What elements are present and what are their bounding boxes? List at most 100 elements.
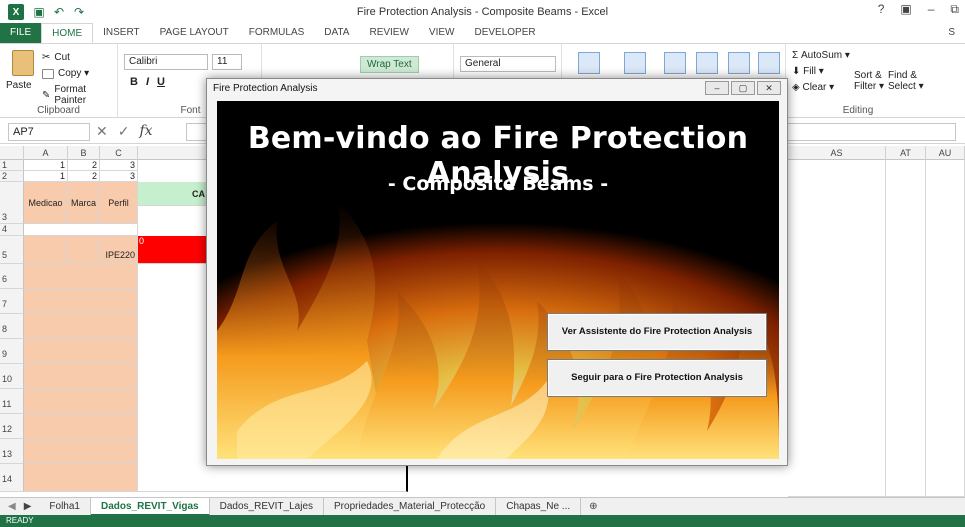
wrap-text-button[interactable]: Wrap Text [360, 56, 419, 73]
cell-c2[interactable]: 3 [100, 171, 138, 182]
select-all-corner[interactable] [0, 146, 24, 160]
dialog-close-button[interactable]: ✕ [757, 81, 781, 95]
paste-icon[interactable] [12, 50, 34, 76]
cell-c5[interactable]: IPE220 [100, 236, 138, 264]
column-header-c[interactable]: C [100, 146, 138, 160]
name-box[interactable]: AP7 [8, 123, 90, 141]
sheet-tab-propriedades[interactable]: Propriedades_Material_Protecção [324, 497, 497, 516]
row-header[interactable]: 10 [0, 364, 24, 389]
row-header[interactable]: 14 [0, 464, 24, 492]
header-partial[interactable]: CA [138, 182, 208, 206]
cell-b1[interactable]: 2 [68, 160, 100, 171]
row-header[interactable]: 2 [0, 171, 24, 182]
row-header[interactable]: 7 [0, 289, 24, 314]
row-11-cells[interactable] [24, 389, 138, 414]
font-name-select[interactable]: Calibri [124, 54, 208, 70]
cell-b2[interactable]: 2 [68, 171, 100, 182]
column-header-as[interactable]: AS [788, 146, 886, 160]
tab-data[interactable]: DATA [314, 23, 359, 43]
find-select-button[interactable]: Find & Select ▾ [888, 70, 924, 92]
row-8-cells[interactable] [24, 314, 138, 339]
paste-button[interactable]: Paste [6, 80, 32, 91]
continue-button[interactable]: Seguir para o Fire Protection Analysis [547, 359, 767, 397]
row-header[interactable]: 13 [0, 439, 24, 464]
row-13-cells[interactable] [24, 439, 138, 464]
conditional-formatting-icon[interactable] [578, 52, 600, 74]
row-4-cells[interactable] [24, 224, 138, 236]
row-9-cells[interactable] [24, 339, 138, 364]
save-icon[interactable]: ▣ [32, 5, 46, 19]
delete-cells-icon[interactable] [728, 52, 750, 74]
cell-a1[interactable]: 1 [24, 160, 68, 171]
minimize-button[interactable]: – [928, 2, 935, 17]
ribbon-display-button[interactable]: ▣ [900, 2, 911, 17]
column-header-b[interactable]: B [68, 146, 100, 160]
next-sheet-icon[interactable]: ▶ [24, 501, 40, 512]
cell-c1[interactable]: 3 [100, 160, 138, 171]
sheet-tab-dados-revit-vigas[interactable]: Dados_REVIT_Vigas [90, 497, 210, 516]
cell-a2[interactable]: 1 [24, 171, 68, 182]
column-at-cells[interactable] [886, 160, 926, 497]
font-size-select[interactable]: 11 [212, 54, 242, 70]
tab-view[interactable]: VIEW [419, 23, 465, 43]
row-12-cells[interactable] [24, 414, 138, 439]
add-sheet-icon[interactable]: ⊕ [581, 501, 605, 512]
row-header[interactable]: 12 [0, 414, 24, 439]
clear-button[interactable]: ◈ Clear ▾ [792, 82, 834, 93]
cell-d5[interactable]: 0 [138, 236, 208, 264]
row-7-cells[interactable] [24, 289, 138, 314]
row-header[interactable]: 6 [0, 264, 24, 289]
cell-b5[interactable] [68, 236, 100, 264]
format-painter-button[interactable]: ✎ Format Painter [42, 84, 117, 106]
cancel-icon[interactable]: ✕ [96, 123, 108, 140]
number-format-select[interactable]: General [460, 56, 556, 72]
format-cells-icon[interactable] [758, 52, 780, 74]
copy-button[interactable]: Copy ▾ [42, 68, 89, 79]
column-header-at[interactable]: AT [886, 146, 926, 160]
tab-home[interactable]: HOME [41, 23, 94, 43]
account-letter[interactable]: S [938, 23, 965, 43]
tab-page-layout[interactable]: PAGE LAYOUT [150, 23, 239, 43]
undo-icon[interactable]: ↶ [52, 5, 66, 19]
sort-filter-button[interactable]: Sort & Filter ▾ [854, 70, 888, 92]
header-perfil[interactable]: Perfil [100, 182, 138, 224]
column-as-cells[interactable] [788, 160, 886, 497]
sheet-tab-dados-revit-lajes[interactable]: Dados_REVIT_Lajes [210, 497, 325, 516]
redo-icon[interactable]: ↷ [72, 5, 86, 19]
row-header[interactable]: 1 [0, 160, 24, 171]
prev-sheet-icon[interactable]: ◀ [0, 501, 24, 512]
help-button[interactable]: ? [878, 2, 885, 17]
fill-button[interactable]: ⬇ Fill ▾ [792, 66, 824, 77]
tab-formulas[interactable]: FORMULAS [239, 23, 315, 43]
restore-button[interactable]: ⧉ [950, 2, 959, 17]
row-header[interactable]: 9 [0, 339, 24, 364]
sheet-tab-folha1[interactable]: Folha1 [39, 497, 91, 516]
cut-button[interactable]: ✂ Cut [42, 52, 70, 63]
format-as-table-icon[interactable] [624, 52, 646, 74]
header-marca[interactable]: Marca [68, 182, 100, 224]
underline-button[interactable]: U [157, 76, 165, 88]
header-medicao[interactable]: Medicao [24, 182, 68, 224]
row-header[interactable]: 11 [0, 389, 24, 414]
autosum-button[interactable]: Σ AutoSum ▾ [792, 50, 850, 61]
row-14-bordered-cell[interactable] [138, 464, 408, 492]
insert-function-button[interactable]: fx [139, 123, 152, 140]
row-header[interactable]: 8 [0, 314, 24, 339]
insert-cells-icon[interactable] [696, 52, 718, 74]
dialog-minimize-button[interactable]: – [705, 81, 729, 95]
tab-insert[interactable]: INSERT [93, 23, 150, 43]
cell-a5[interactable] [24, 236, 68, 264]
column-header-au[interactable]: AU [926, 146, 965, 160]
cell-styles-icon[interactable] [664, 52, 686, 74]
row-10-cells[interactable] [24, 364, 138, 389]
row-14-cells[interactable] [24, 464, 138, 492]
enter-icon[interactable]: ✓ [118, 123, 130, 140]
tab-review[interactable]: REVIEW [359, 23, 418, 43]
row-header[interactable]: 5 [0, 236, 24, 264]
row-header[interactable]: 4 [0, 224, 24, 236]
sheet-tab-chapas[interactable]: Chapas_Ne ... [496, 497, 582, 516]
column-au-cells[interactable] [926, 160, 965, 497]
view-assistant-button[interactable]: Ver Assistente do Fire Protection Analys… [547, 313, 767, 351]
row-header[interactable]: 3 [0, 182, 24, 224]
column-header-a[interactable]: A [24, 146, 68, 160]
